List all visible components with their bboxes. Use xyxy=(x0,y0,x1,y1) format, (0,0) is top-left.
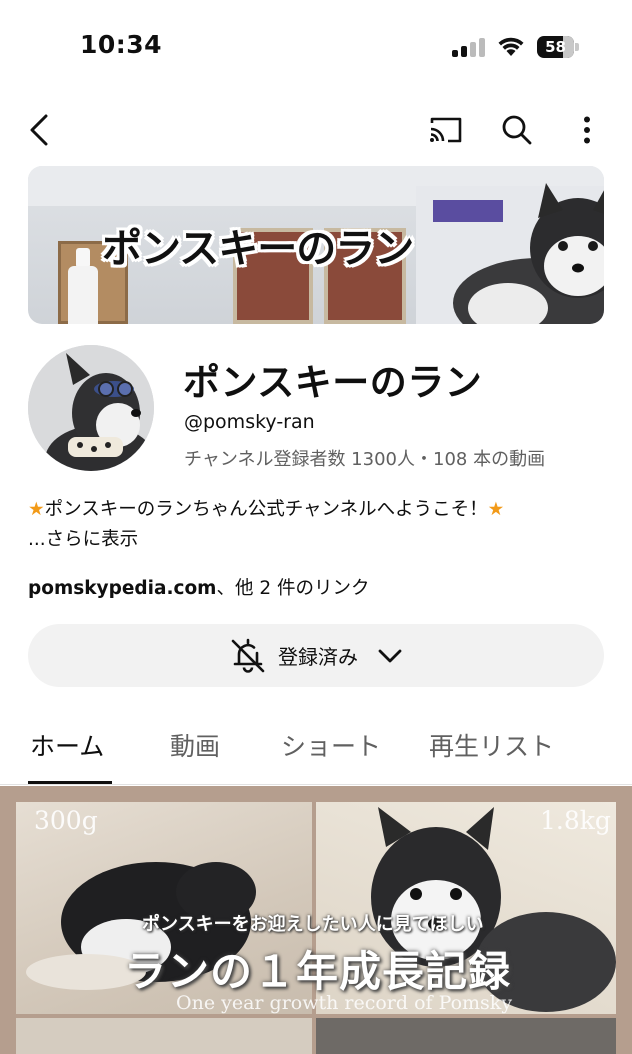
thumbnail-english-caption: One year growth record of Pomsky xyxy=(176,992,513,1014)
back-button[interactable] xyxy=(18,108,62,152)
puppy-photo-4 xyxy=(316,1018,616,1054)
show-more-link[interactable]: ...さらに表示 xyxy=(28,525,138,551)
star-icon: ★ xyxy=(28,499,45,520)
tab-playlists[interactable]: 再生リスト xyxy=(429,727,554,763)
more-vert-icon xyxy=(584,116,590,144)
channel-banner: ポンスキーのラン xyxy=(28,166,604,324)
wifi-icon xyxy=(497,35,525,57)
tab-home[interactable]: ホーム xyxy=(30,727,104,763)
tab-videos[interactable]: 動画 xyxy=(170,727,220,763)
thumbnail-subtitle: ポンスキーをお迎えしたい人に見てほしい xyxy=(142,914,484,935)
cast-button[interactable] xyxy=(424,108,468,152)
back-icon xyxy=(30,114,48,146)
weight-label-left: 300g xyxy=(34,806,98,835)
cellular-signal-icon xyxy=(452,37,486,57)
channel-stats: チャンネル登録者数 1300人・108 本の動画 xyxy=(184,449,546,470)
link-suffix: 、他 2 件のリンク xyxy=(216,578,370,599)
channel-handle: @pomsky-ran xyxy=(184,411,315,433)
channel-links[interactable]: pomskypedia.com、他 2 件のリンク xyxy=(28,574,370,600)
channel-name: ポンスキーのラン xyxy=(183,361,483,404)
thumbnail-title: ランの１年成長記録 xyxy=(124,947,512,996)
battery-icon: 58 xyxy=(537,36,579,58)
battery-level: 58 xyxy=(545,38,566,56)
cast-icon xyxy=(430,117,462,143)
channel-avatar[interactable] xyxy=(28,345,154,471)
chevron-down-icon xyxy=(378,649,402,662)
status-bar: 10:34 58 xyxy=(0,0,632,90)
subscribed-label: 登録済み xyxy=(278,645,358,669)
status-time: 10:34 xyxy=(80,30,163,59)
star-icon: ★ xyxy=(487,499,505,520)
tabs-divider xyxy=(0,784,632,785)
subscribed-button[interactable]: 登録済み xyxy=(28,624,604,687)
search-button[interactable] xyxy=(495,108,539,152)
search-icon xyxy=(502,115,532,145)
app-bar xyxy=(0,100,632,160)
description-text: ポンスキーのランちゃん公式チャンネルへようこそ！ xyxy=(44,499,488,520)
tab-shorts[interactable]: ショート xyxy=(281,727,381,763)
more-options-button[interactable] xyxy=(565,108,609,152)
banner-title: ポンスキーのラン xyxy=(102,226,414,272)
puppy-photo-3 xyxy=(16,1018,312,1054)
channel-tabs: ホーム 動画 ショート 再生リスト xyxy=(0,715,632,785)
weight-label-right: 1.8kg xyxy=(540,806,611,835)
channel-description[interactable]: ★ポンスキーのランちゃん公式チャンネルへようこそ！★ xyxy=(28,495,504,521)
link-domain[interactable]: pomskypedia.com xyxy=(28,578,216,599)
banner-dog-image xyxy=(453,183,604,324)
bell-off-icon xyxy=(231,638,265,673)
